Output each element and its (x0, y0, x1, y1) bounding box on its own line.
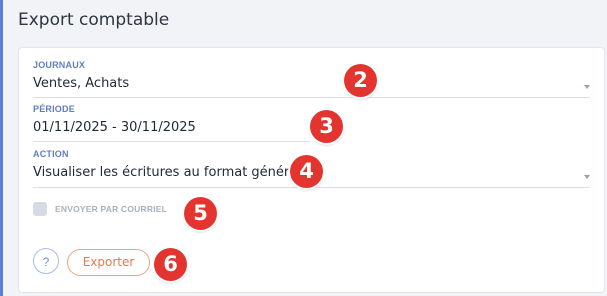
journaux-underline (33, 97, 590, 98)
annotation-badge-4: 4 (290, 155, 323, 188)
chevron-down-icon[interactable] (584, 85, 590, 89)
chevron-down-icon[interactable] (584, 175, 590, 179)
annotation-badge-5: 5 (184, 197, 217, 230)
annotation-badge-6: 6 (154, 248, 187, 281)
annotation-badge-2: 2 (344, 64, 377, 97)
periode-underline (33, 141, 310, 142)
page-title: Export comptable (18, 10, 170, 30)
export-button[interactable]: Exporter (67, 249, 150, 276)
periode-label: PÉRIODE (33, 104, 75, 114)
courriel-checkbox-row[interactable]: ENVOYER PAR COURRIEL (33, 202, 167, 216)
journaux-label: JOURNAUX (33, 60, 86, 70)
journaux-select-value[interactable]: Ventes, Achats (33, 76, 590, 92)
help-button[interactable]: ? (33, 248, 59, 274)
export-panel: Export comptable JOURNAUX Ventes, Achats… (0, 0, 607, 296)
courriel-checkbox[interactable] (33, 202, 47, 216)
journaux-field[interactable]: JOURNAUX Ventes, Achats (33, 60, 590, 98)
annotation-badge-3: 3 (310, 110, 343, 143)
courriel-checkbox-label: ENVOYER PAR COURRIEL (55, 204, 167, 214)
